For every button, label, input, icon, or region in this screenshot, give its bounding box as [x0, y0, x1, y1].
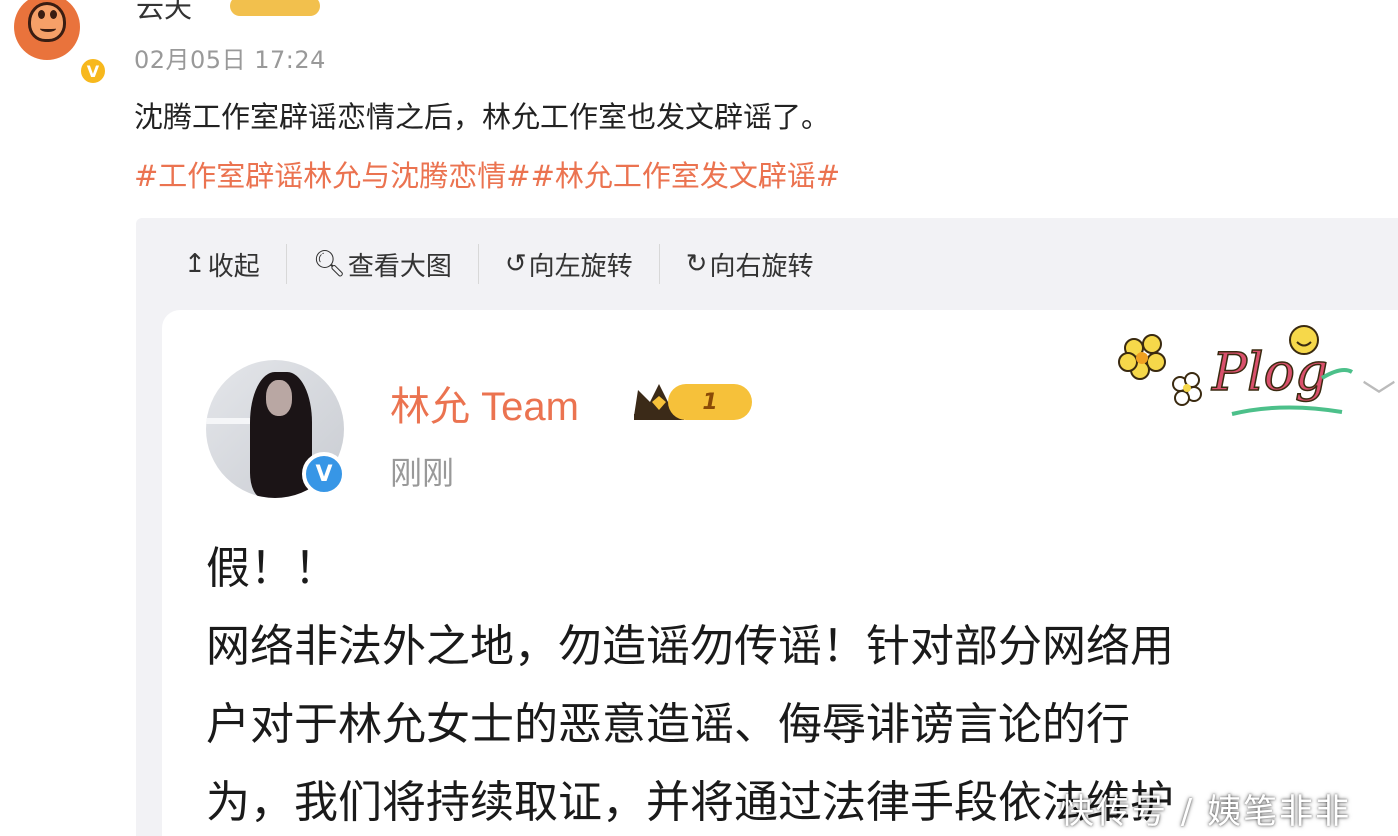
verified-blue-icon: V — [302, 452, 346, 496]
verified-gold-icon: V — [78, 56, 108, 86]
collapse-label: 收起 — [207, 251, 260, 282]
rotate-right-icon: ↻ — [685, 249, 708, 279]
body-line: 户对于林允女士的恶意造谣、侮辱诽谤言论的行 — [206, 699, 1130, 750]
author-name[interactable]: 云天 — [136, 0, 192, 26]
arrow-up-icon: ↥ — [184, 249, 206, 279]
collapse-button[interactable]: ↥ 收起 — [184, 244, 287, 284]
level-badge — [230, 0, 320, 16]
post-text: 沈腾工作室辟谣恋情之后，林允工作室也发文辟谣了。 — [134, 100, 831, 134]
body-line: 假！！ — [206, 543, 338, 594]
view-large-label: 查看大图 — [347, 251, 452, 282]
rotate-right-label: 向右旋转 — [709, 251, 814, 282]
post-timestamp[interactable]: 02月05日 17:24 — [134, 40, 326, 75]
member-level-badge: 1 — [668, 384, 752, 420]
repost-author-name: 林允 Team — [390, 385, 579, 429]
magnifier-icon: 🔍︎ — [312, 249, 346, 279]
repost-timestamp: 刚刚 — [390, 454, 455, 492]
watermark: 快传号 / 姨笔非非 — [1060, 792, 1352, 832]
plog-sticker-icon: Plog — [1118, 325, 1354, 416]
body-line: 网络非法外之地，勿造谣勿传谣！针对部分网络用 — [206, 621, 1174, 672]
rotate-left-icon: ↺ — [504, 249, 527, 279]
view-large-button[interactable]: 🔍︎ 查看大图 — [313, 244, 479, 284]
embedded-post-screenshot: V 林允 Team 1 刚刚 Plog ﹀ 假！！ 网络非法外之地，勿造谣勿传谣… — [162, 310, 1398, 836]
image-toolbar: ↥ 收起 🔍︎ 查看大图 ↺ 向左旋转 ↻ 向右旋转 — [136, 218, 1398, 310]
chevron-down-icon[interactable]: ﹀ — [1362, 370, 1396, 419]
rotate-left-button[interactable]: ↺ 向左旋转 — [505, 244, 660, 284]
rotate-left-label: 向左旋转 — [528, 251, 633, 282]
media-panel: ↥ 收起 🔍︎ 查看大图 ↺ 向左旋转 ↻ 向右旋转 V 林允 Team 1 刚… — [136, 218, 1398, 836]
post-hashtags[interactable]: #工作室辟谣林允与沈腾恋情##林允工作室发文辟谣# — [134, 153, 840, 195]
avatar-face-icon — [28, 2, 66, 42]
rotate-right-button[interactable]: ↻ 向右旋转 — [686, 244, 840, 284]
author-avatar[interactable] — [14, 0, 80, 60]
